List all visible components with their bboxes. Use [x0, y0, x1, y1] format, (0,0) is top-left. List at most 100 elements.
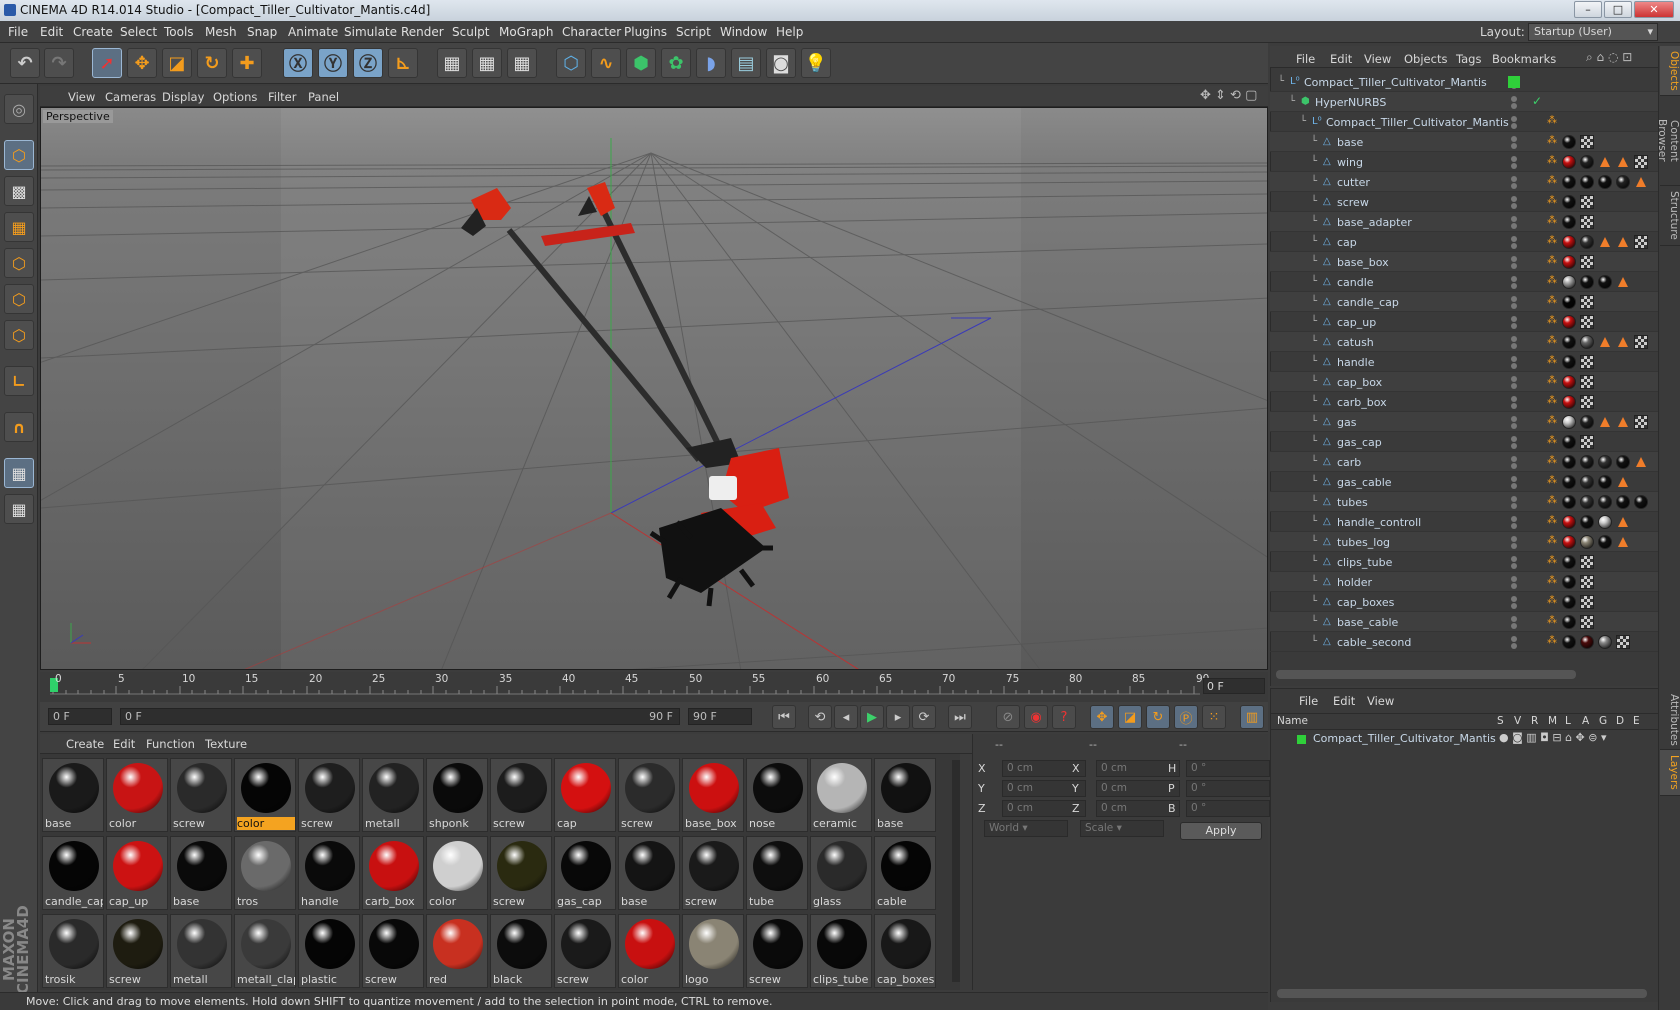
texture-tag-icon[interactable]	[1580, 575, 1594, 589]
object-hscrollbar[interactable]	[1276, 670, 1576, 679]
material-tag-icon[interactable]	[1616, 495, 1630, 509]
visibility-editor-dot[interactable]	[1511, 256, 1517, 262]
material-swatch[interactable]: screw	[554, 914, 616, 988]
material-tag-icon[interactable]	[1580, 275, 1594, 289]
material-tag-icon[interactable]	[1580, 495, 1594, 509]
menu-animate[interactable]: Animate	[288, 25, 338, 39]
material-swatch[interactable]: ceramic	[810, 758, 872, 832]
go-to-start-icon[interactable]: ⏮	[772, 705, 796, 729]
go-to-end-icon[interactable]: ⏭	[948, 705, 972, 729]
key-scale-icon[interactable]: ◪	[1118, 705, 1142, 729]
workplane-icon[interactable]: ▦	[4, 212, 34, 242]
menu-mograph[interactable]: MoGraph	[499, 25, 554, 39]
material-tag-icon[interactable]	[1562, 575, 1576, 589]
object-row[interactable]: └ △ carb ⁂	[1270, 452, 1658, 472]
material-tag-icon[interactable]	[1562, 635, 1576, 649]
texture-tag-icon[interactable]	[1634, 335, 1648, 349]
material-tag-icon[interactable]	[1580, 455, 1594, 469]
object-row[interactable]: └ △ wing ⁂	[1270, 152, 1658, 172]
selection-tag-icon[interactable]	[1600, 157, 1610, 167]
tab-attributes[interactable]: Attributes	[1660, 690, 1680, 750]
object-name[interactable]: cutter	[1337, 176, 1370, 189]
visibility-editor-dot[interactable]	[1511, 296, 1517, 302]
visibility-render-dot[interactable]	[1511, 303, 1517, 309]
next-frame-icon[interactable]: ▸	[886, 705, 910, 729]
key-parameter-icon[interactable]: Ⓟ	[1174, 705, 1198, 729]
visibility-render-dot[interactable]	[1511, 243, 1517, 249]
material-swatch[interactable]: plastic	[298, 914, 360, 988]
z-axis-icon[interactable]: Ⓩ	[353, 48, 383, 78]
texture-tag-icon[interactable]	[1580, 615, 1594, 629]
coord-field[interactable]: 0 °	[1186, 760, 1270, 777]
visibility-render-dot[interactable]	[1511, 203, 1517, 209]
texture-mode-icon[interactable]: ▩	[4, 176, 34, 206]
phong-tag-icon[interactable]: ⁂	[1547, 455, 1559, 468]
object-row[interactable]: └ △ cap_up ⁂	[1270, 312, 1658, 332]
polygons-mode-icon[interactable]: ⬡	[4, 320, 34, 350]
texture-tag-icon[interactable]	[1580, 295, 1594, 309]
visibility-editor-dot[interactable]	[1511, 436, 1517, 442]
material-swatch[interactable]: screw	[106, 914, 168, 988]
play-icon[interactable]: ▶	[860, 705, 884, 729]
visibility-editor-dot[interactable]	[1511, 636, 1517, 642]
phong-tag-icon[interactable]: ⁂	[1547, 135, 1559, 148]
material-tag-icon[interactable]	[1580, 515, 1594, 529]
visibility-editor-dot[interactable]	[1511, 196, 1517, 202]
material-swatch[interactable]: gas_cap	[554, 836, 616, 910]
camera-icon[interactable]: ◙	[766, 48, 796, 78]
make-editable-icon[interactable]: ◎	[4, 94, 34, 124]
render-picture-viewer-icon[interactable]: ▦	[472, 48, 502, 78]
layer-hscrollbar[interactable]	[1277, 989, 1647, 998]
layer-flag-icons[interactable]: ● ◙ ▥ ◘ ⊟ ⌂ ✥ ⊜ ▾	[1499, 731, 1607, 744]
material-tag-icon[interactable]	[1562, 455, 1576, 469]
object-row[interactable]: └ △ gas_cable ⁂	[1270, 472, 1658, 492]
material-swatch[interactable]: color	[426, 836, 488, 910]
object-row[interactable]: └ △ base_cable ⁂	[1270, 612, 1658, 632]
material-tag-icon[interactable]	[1562, 415, 1576, 429]
texture-tag-icon[interactable]	[1634, 235, 1648, 249]
selection-tag-icon[interactable]	[1618, 277, 1628, 287]
layer-menu-edit[interactable]: Edit	[1333, 694, 1355, 708]
material-tag-icon[interactable]	[1562, 255, 1576, 269]
phong-tag-icon[interactable]: ⁂	[1547, 495, 1559, 508]
phong-tag-icon[interactable]: ⁂	[1547, 415, 1559, 428]
material-tag-icon[interactable]	[1562, 275, 1576, 289]
material-swatch[interactable]: screw	[490, 758, 552, 832]
material-swatch[interactable]: metall	[362, 758, 424, 832]
menu-simulate[interactable]: Simulate	[344, 25, 397, 39]
object-name[interactable]: gas	[1337, 416, 1356, 429]
texture-tag-icon[interactable]	[1580, 355, 1594, 369]
object-row[interactable]: └ △ cap_boxes ⁂	[1270, 592, 1658, 612]
undo-icon[interactable]: ↶	[10, 48, 40, 78]
minimize-button[interactable]: –	[1574, 1, 1602, 18]
object-row[interactable]: └ △ handle ⁂	[1270, 352, 1658, 372]
visibility-render-dot[interactable]	[1511, 583, 1517, 589]
visibility-render-dot[interactable]	[1511, 443, 1517, 449]
object-name[interactable]: carb	[1337, 456, 1361, 469]
material-swatch[interactable]: nose	[746, 758, 808, 832]
visibility-editor-dot[interactable]	[1511, 556, 1517, 562]
go-to-previous-key-icon[interactable]: ⟲	[808, 705, 832, 729]
selection-tag-icon[interactable]	[1618, 237, 1628, 247]
recent-tool-icon[interactable]: ✚	[232, 48, 262, 78]
visibility-editor-dot[interactable]	[1511, 576, 1517, 582]
render-view-icon[interactable]: ▦	[437, 48, 467, 78]
material-tag-icon[interactable]	[1562, 315, 1576, 329]
material-tag-icon[interactable]	[1562, 175, 1576, 189]
visibility-editor-dot[interactable]	[1511, 496, 1517, 502]
object-name[interactable]: handle	[1337, 356, 1375, 369]
visibility-editor-dot[interactable]	[1511, 376, 1517, 382]
material-tag-icon[interactable]	[1562, 235, 1576, 249]
object-menu-edit[interactable]: Edit	[1330, 52, 1352, 66]
visibility-editor-dot[interactable]	[1511, 356, 1517, 362]
object-row[interactable]: └ △ base_adapter ⁂	[1270, 212, 1658, 232]
viewport-menu-view[interactable]: View	[68, 90, 95, 104]
object-name[interactable]: handle_controll	[1337, 516, 1421, 529]
snap-grid-icon[interactable]: ▦	[4, 458, 34, 488]
menu-render[interactable]: Render	[401, 25, 444, 39]
object-name[interactable]: candle_cap	[1337, 296, 1399, 309]
axis-mode-icon[interactable]: ∟	[4, 366, 34, 396]
object-row[interactable]: └ △ cap ⁂	[1270, 232, 1658, 252]
material-swatch[interactable]: screw	[170, 758, 232, 832]
enabled-check-icon[interactable]: ✓	[1532, 94, 1542, 108]
